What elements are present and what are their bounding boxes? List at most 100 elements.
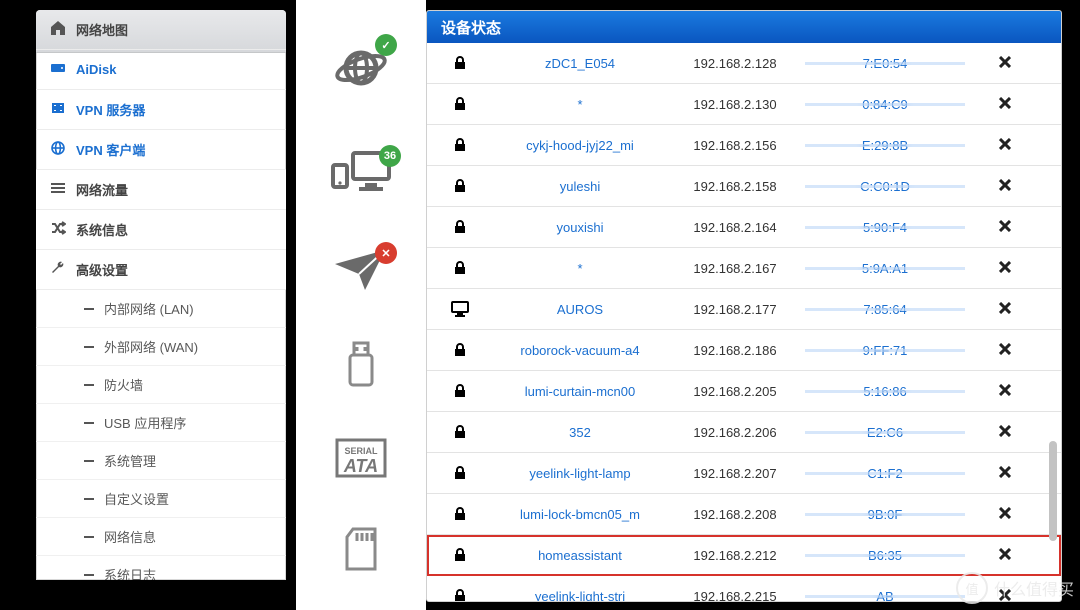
device-name[interactable]: 352 xyxy=(485,425,675,440)
device-mac[interactable]: E2:C6 xyxy=(795,425,975,440)
device-mac[interactable]: C1:F2 xyxy=(795,466,975,481)
lock-icon xyxy=(435,219,485,235)
device-name[interactable]: youxishi xyxy=(485,220,675,235)
sidebar-sub-label: USB 应用程序 xyxy=(104,413,186,432)
device-name[interactable]: * xyxy=(485,261,675,276)
device-row[interactable]: youxishi 192.168.2.164 5:90:F4 xyxy=(427,207,1061,248)
lock-icon xyxy=(435,506,485,522)
device-mac[interactable]: 7:85:64 xyxy=(795,302,975,317)
device-row[interactable]: roborock-vacuum-a4 192.168.2.186 9:FF:71 xyxy=(427,330,1061,371)
dash-icon xyxy=(84,384,94,386)
scrollbar-thumb[interactable] xyxy=(1049,441,1057,541)
lock-icon xyxy=(435,465,485,481)
dash-icon xyxy=(84,346,94,348)
device-name[interactable]: AUROS xyxy=(485,302,675,317)
device-row[interactable]: AUROS 192.168.2.177 7:85:64 xyxy=(427,289,1061,330)
globe-icon xyxy=(50,140,66,159)
sidebar-item-3[interactable]: VPN 客户端 xyxy=(36,130,286,170)
device-name[interactable]: homeassistant xyxy=(485,548,675,563)
device-row[interactable]: yuleshi 192.168.2.158 C:C0:1D xyxy=(427,166,1061,207)
sidebar-item-4[interactable]: 网络流量 xyxy=(36,170,286,210)
device-mac[interactable]: 9B:0F xyxy=(795,507,975,522)
delete-button[interactable] xyxy=(975,179,1035,194)
device-row[interactable]: yeelink-light-stri 192.168.2.215 AB xyxy=(427,576,1061,602)
sidebar-label: VPN 服务器 xyxy=(76,100,145,119)
device-row[interactable]: 352 192.168.2.206 E2:C6 xyxy=(427,412,1061,453)
delete-button[interactable] xyxy=(975,548,1035,563)
sidebar-item-2[interactable]: VPN 服务器 xyxy=(36,90,286,130)
device-row[interactable]: lumi-lock-bmcn05_m 192.168.2.208 9B:0F xyxy=(427,494,1061,535)
device-row[interactable]: cykj-hood-jyj22_mi 192.168.2.156 E:29:8B xyxy=(427,125,1061,166)
sidebar-sub-adv-3[interactable]: USB 应用程序 xyxy=(36,404,286,442)
sidebar-sub-adv-4[interactable]: 系统管理 xyxy=(36,442,286,480)
sidebar-item-6[interactable]: 高级设置 xyxy=(36,250,286,290)
clients-status-icon[interactable]: 36 xyxy=(329,151,393,200)
device-mac[interactable]: 7:E0:54 xyxy=(795,56,975,71)
device-name[interactable]: yeelink-light-stri xyxy=(485,589,675,603)
device-name[interactable]: yuleshi xyxy=(485,179,675,194)
home-icon xyxy=(50,20,66,39)
device-row[interactable]: yeelink-light-lamp 192.168.2.207 C1:F2 xyxy=(427,453,1061,494)
delete-button[interactable] xyxy=(975,384,1035,399)
device-name[interactable]: lumi-lock-bmcn05_m xyxy=(485,507,675,522)
delete-button[interactable] xyxy=(975,507,1035,522)
sdcard-status-icon[interactable] xyxy=(343,527,379,574)
delete-button[interactable] xyxy=(975,425,1035,440)
device-mac[interactable]: E:29:8B xyxy=(795,138,975,153)
delete-button[interactable] xyxy=(975,97,1035,112)
sidebar-sub-label: 网络信息 xyxy=(104,527,156,546)
sidebar-label: 系统信息 xyxy=(76,220,128,239)
sidebar-sub-adv-0[interactable]: 内部网络 (LAN) xyxy=(36,290,286,328)
sidebar-sub-adv-2[interactable]: 防火墙 xyxy=(36,366,286,404)
device-mac[interactable]: 9:FF:71 xyxy=(795,343,975,358)
device-mac[interactable]: 0:84:C9 xyxy=(795,97,975,112)
sidebar-item-5[interactable]: 系统信息 xyxy=(36,210,286,250)
sata-status-icon[interactable]: SERIALATA xyxy=(335,438,387,481)
device-mac[interactable]: 5:90:F4 xyxy=(795,220,975,235)
device-mac[interactable]: C:C0:1D xyxy=(795,179,975,194)
device-row[interactable]: homeassistant 192.168.2.212 B6:35 xyxy=(427,535,1061,576)
sidebar-sub-label: 外部网络 (WAN) xyxy=(104,337,198,356)
sidebar-item-0[interactable]: 网络地图 xyxy=(36,10,286,50)
device-name[interactable]: yeelink-light-lamp xyxy=(485,466,675,481)
device-mac[interactable]: B6:35 xyxy=(795,548,975,563)
delete-button[interactable] xyxy=(975,261,1035,276)
sidebar-sub-label: 系统日志 xyxy=(104,565,156,580)
lock-icon xyxy=(435,342,485,358)
delete-button[interactable] xyxy=(975,466,1035,481)
device-row[interactable]: zDC1_E054 192.168.2.128 7:E0:54 xyxy=(427,43,1061,84)
delete-button[interactable] xyxy=(975,589,1035,603)
device-ip: 192.168.2.167 xyxy=(675,261,795,276)
delete-button[interactable] xyxy=(975,56,1035,71)
device-name[interactable]: zDC1_E054 xyxy=(485,56,675,71)
sidebar-item-1[interactable]: AiDisk xyxy=(36,50,286,90)
delete-button[interactable] xyxy=(975,343,1035,358)
device-mac[interactable]: AB xyxy=(795,589,975,603)
internet-status-icon[interactable]: ✓ xyxy=(333,40,389,99)
device-row[interactable]: * 192.168.2.130 0:84:C9 xyxy=(427,84,1061,125)
sidebar-label: AiDisk xyxy=(76,62,116,77)
dash-icon xyxy=(84,308,94,310)
sidebar-sub-adv-6[interactable]: 网络信息 xyxy=(36,518,286,556)
device-mac[interactable]: 5:9A:A1 xyxy=(795,261,975,276)
device-row[interactable]: * 192.168.2.167 5:9A:A1 xyxy=(427,248,1061,289)
sidebar-sub-adv-1[interactable]: 外部网络 (WAN) xyxy=(36,328,286,366)
wrench-icon xyxy=(50,260,66,279)
device-name[interactable]: lumi-curtain-mcn00 xyxy=(485,384,675,399)
delete-button[interactable] xyxy=(975,220,1035,235)
scrollbar[interactable] xyxy=(1047,51,1059,601)
device-mac[interactable]: 5:16:86 xyxy=(795,384,975,399)
sidebar-sub-adv-5[interactable]: 自定义设置 xyxy=(36,480,286,518)
device-name[interactable]: roborock-vacuum-a4 xyxy=(485,343,675,358)
device-name[interactable]: cykj-hood-jyj22_mi xyxy=(485,138,675,153)
dash-icon xyxy=(84,498,94,500)
usb-status-icon[interactable] xyxy=(346,341,376,392)
device-row[interactable]: lumi-curtain-mcn00 192.168.2.205 5:16:86 xyxy=(427,371,1061,412)
delete-button[interactable] xyxy=(975,302,1035,317)
sidebar-sub-label: 自定义设置 xyxy=(104,489,169,508)
sidebar-sub-adv-7[interactable]: 系统日志 xyxy=(36,556,286,580)
device-name[interactable]: * xyxy=(485,97,675,112)
delete-button[interactable] xyxy=(975,138,1035,153)
disk-icon xyxy=(50,60,66,79)
send-status-icon[interactable]: ✕ xyxy=(333,248,389,295)
